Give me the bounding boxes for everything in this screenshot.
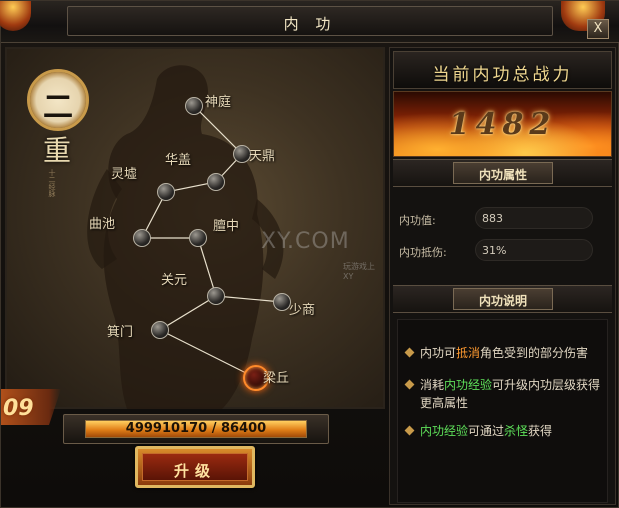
bullet-icon <box>404 347 415 358</box>
description-text: 获得 <box>528 424 553 438</box>
bullet-icon <box>404 379 415 390</box>
rank-unit: 重 <box>43 134 72 167</box>
meridian-node-quchi[interactable] <box>133 229 151 247</box>
meridian-node-label: 华盖 <box>165 153 192 168</box>
description-item: 内功可抵消角色受到的部分伤害 <box>404 344 602 362</box>
stat-label: 内功抵伤: <box>399 246 447 259</box>
title-bar[interactable]: 内 功 X <box>0 1 619 43</box>
attributes-header: 内功属性 <box>393 159 612 187</box>
meridian-node-label: 少商 <box>289 303 316 318</box>
description-text: 杀怪 <box>504 424 529 438</box>
meridian-node-label: 曲池 <box>89 217 116 232</box>
power-value: 1482 <box>448 107 557 142</box>
meridian-node-label: 关元 <box>161 273 188 288</box>
rank-badge: 二 <box>27 69 89 131</box>
meridian-node-label: 灵墟 <box>111 167 138 182</box>
description-text: 内功经验 <box>420 424 469 438</box>
attributes-header-plate: 内功属性 <box>453 162 553 184</box>
description-header-text: 内功说明 <box>478 294 527 308</box>
meridian-node-shenting[interactable] <box>185 97 203 115</box>
description-text: 内功经验 <box>444 378 493 392</box>
description-item: 内功经验可通过杀怪获得 <box>404 422 602 440</box>
attributes-header-text: 内功属性 <box>478 168 527 182</box>
description-header: 内功说明 <box>393 285 612 313</box>
inner-power-window: 内 功 X 二 重 十二经脉 XY.COM 玩游戏上XY 神庭天鼎 华盖灵墟曲池 膻… <box>0 0 619 508</box>
stat-row-power: 内功值: 883 <box>397 207 597 231</box>
upgrade-button[interactable]: 升级 <box>135 446 255 488</box>
description-text: 消耗 <box>420 378 445 392</box>
stat-field: 883 <box>475 207 593 229</box>
close-button[interactable]: X <box>587 19 609 39</box>
stat-row-damage-reduction: 内功抵伤: 31% <box>397 239 597 263</box>
stat-value: 31% <box>482 244 507 257</box>
meridian-node-label: 神庭 <box>205 95 232 110</box>
description-item: 消耗内功经验可升级内功层级获得更高属性 <box>404 376 602 412</box>
window-title: 内 功 <box>283 15 337 33</box>
power-header-text: 当前内功总战力 <box>432 65 573 85</box>
meridian-node-label: 梁丘 <box>263 371 290 386</box>
upgrade-button-face: 升级 <box>142 453 248 481</box>
description-header-plate: 内功说明 <box>453 288 553 310</box>
upgrade-button-label: 升级 <box>173 462 216 480</box>
meridian-node-jimen[interactable] <box>151 321 169 339</box>
exp-text: 499910170 / 86400 <box>125 421 267 436</box>
meridian-node-label: 天鼎 <box>249 149 276 164</box>
description-text: 角色受到的部分伤害 <box>480 346 589 360</box>
level-tab-value: 09 <box>3 396 34 421</box>
stat-field: 31% <box>475 239 593 261</box>
bullet-icon <box>404 425 415 436</box>
power-header: 当前内功总战力 <box>393 51 612 89</box>
stat-label: 内功值: <box>399 214 436 227</box>
meridian-node-danzhong[interactable] <box>189 229 207 247</box>
meridian-panel: 二 重 十二经脉 XY.COM 玩游戏上XY 神庭天鼎 华盖灵墟曲池 膻中关元少商箕… <box>5 47 385 409</box>
meridian-node-label: 箕门 <box>107 325 134 340</box>
watermark: XY.COM <box>261 229 350 254</box>
meridian-node-huagai[interactable] <box>207 173 225 191</box>
description-text: 内功可 <box>420 346 457 360</box>
rank-side-text: 十二经脉 <box>48 169 56 197</box>
meridian-node-lingxu[interactable] <box>157 183 175 201</box>
title-plate: 内 功 <box>67 6 553 36</box>
description-text: 可通过 <box>468 424 505 438</box>
meridian-node-label: 膻中 <box>213 219 240 234</box>
description-text: 抵消 <box>456 346 481 360</box>
watermark-sub: 玩游戏上XY <box>343 262 375 281</box>
corner-ornament-left-icon <box>0 1 31 31</box>
meridian-node-guanyuan[interactable] <box>207 287 225 305</box>
stat-value: 883 <box>482 212 503 225</box>
rank-number: 二 <box>43 90 73 125</box>
description-box: 内功可抵消角色受到的部分伤害 消耗内功经验可升级内功层级获得更高属性 内功经验可… <box>397 319 608 503</box>
